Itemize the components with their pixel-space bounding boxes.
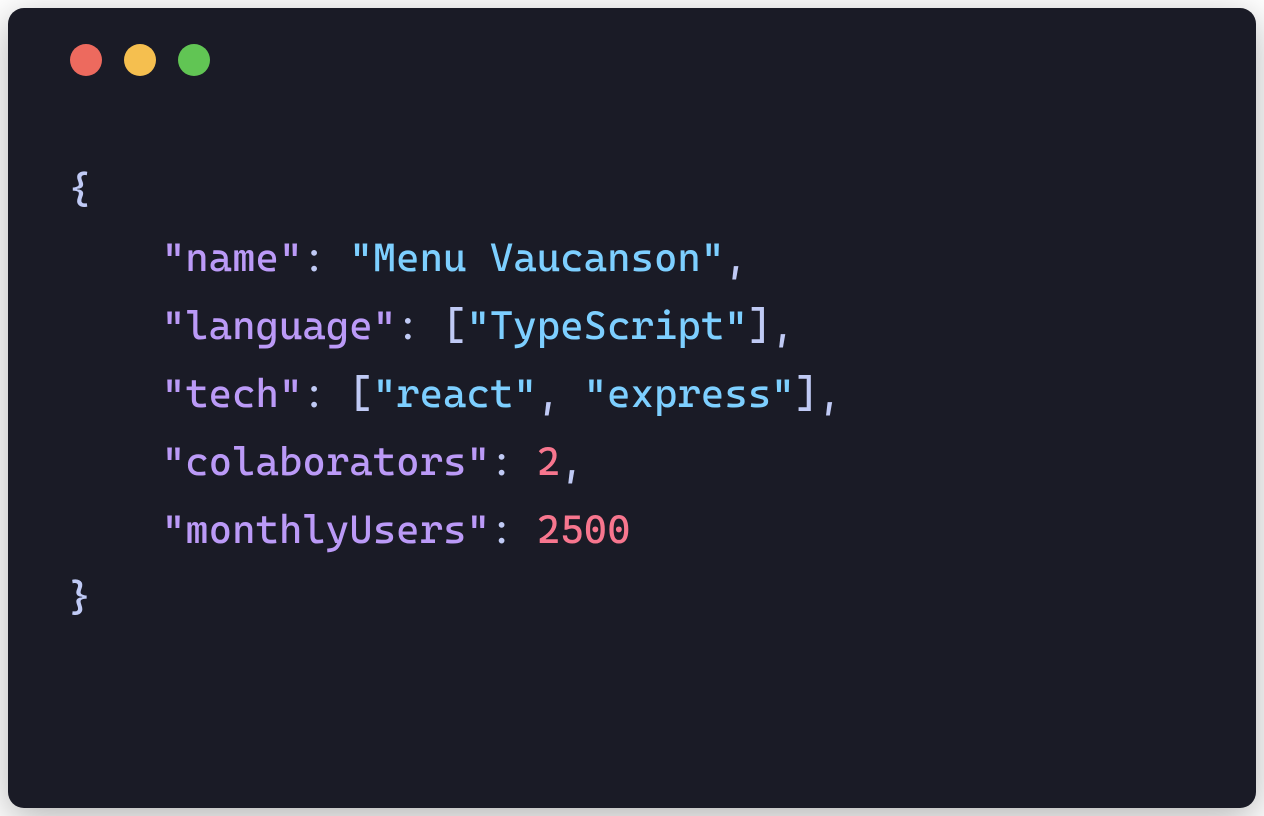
separator: , <box>537 371 584 417</box>
json-key: "colaborators" <box>162 439 490 485</box>
trailing-punct: , <box>771 303 794 349</box>
trailing-punct: , <box>818 371 841 417</box>
json-key: "language" <box>162 303 396 349</box>
window-titlebar <box>8 8 1256 96</box>
close-bracket: ] <box>748 303 771 349</box>
minimize-icon[interactable] <box>124 44 156 76</box>
json-value: "Menu Vaucanson" <box>349 235 724 281</box>
maximize-icon[interactable] <box>178 44 210 76</box>
colon: : <box>396 303 443 349</box>
colon: : <box>490 439 537 485</box>
json-value: 2500 <box>537 507 631 553</box>
json-key: "tech" <box>162 371 303 417</box>
json-key: "monthlyUsers" <box>162 507 490 553</box>
json-value: "express" <box>584 371 795 417</box>
open-bracket: [ <box>349 371 372 417</box>
json-key: "name" <box>162 235 303 281</box>
colon: : <box>302 371 349 417</box>
json-value: "react" <box>373 371 537 417</box>
colon: : <box>490 507 537 553</box>
close-icon[interactable] <box>70 44 102 76</box>
open-bracket: [ <box>443 303 466 349</box>
close-bracket: ] <box>795 371 818 417</box>
open-brace: { <box>68 167 91 213</box>
close-brace: } <box>68 575 91 621</box>
json-value: 2 <box>537 439 560 485</box>
trailing-punct: , <box>724 235 747 281</box>
code-content: { "name": "Menu Vaucanson", "language": … <box>8 96 1256 672</box>
colon: : <box>302 235 349 281</box>
trailing-punct: , <box>560 439 583 485</box>
json-value: "TypeScript" <box>466 303 747 349</box>
code-window: { "name": "Menu Vaucanson", "language": … <box>8 8 1256 808</box>
